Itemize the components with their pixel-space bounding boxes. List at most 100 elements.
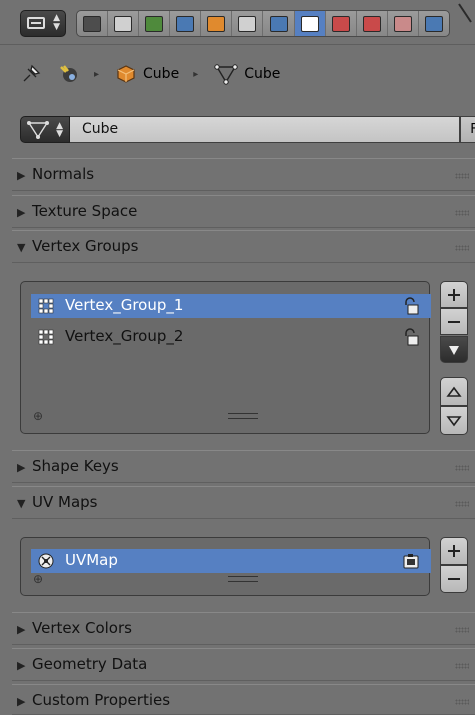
drag-grip-icon[interactable]	[455, 627, 469, 633]
collapsed-triangle-icon: ▶	[17, 659, 26, 672]
scene-icon	[60, 65, 77, 82]
drag-grip-icon[interactable]	[455, 245, 469, 251]
uv-map-name: UVMap	[65, 551, 118, 569]
collapsed-triangle-icon: ▶	[17, 169, 26, 182]
uv-map-icon	[38, 553, 54, 569]
uv-maps-list[interactable]: UVMap ⊕	[20, 537, 431, 596]
dropdown-arrows-icon: ▲ ▼	[53, 13, 60, 32]
list-resize-grip[interactable]	[228, 576, 258, 582]
triangle-down-icon	[446, 415, 462, 426]
add-vertex-group-button[interactable]	[440, 281, 468, 308]
vertex-group-name: Vertex_Group_2	[65, 327, 184, 345]
breadcrumb-scene[interactable]	[56, 63, 80, 85]
drag-grip-icon[interactable]	[455, 210, 469, 216]
panel-title: UV Maps	[32, 493, 98, 511]
pin-icon	[23, 64, 41, 82]
vertex-group-specials-button[interactable]	[440, 336, 468, 363]
panel-custom-properties[interactable]: ▶ Custom Properties	[12, 684, 475, 715]
physics-icon	[424, 15, 443, 32]
breadcrumb-mesh[interactable]: Cube	[214, 63, 280, 85]
constraints-tab[interactable]	[232, 11, 264, 36]
texture-tab[interactable]	[357, 11, 388, 36]
panel-title: Vertex Groups	[32, 237, 139, 255]
collapsed-triangle-icon: ▶	[17, 461, 26, 474]
particles-tab[interactable]	[388, 11, 419, 36]
list-resize-grip[interactable]	[228, 413, 258, 419]
context-tabs	[76, 10, 450, 37]
drag-grip-icon[interactable]	[455, 501, 469, 507]
unlock-icon[interactable]	[403, 297, 419, 315]
panel-normals[interactable]: ▶ Normals	[12, 158, 475, 191]
modifiers-tab[interactable]	[263, 11, 295, 36]
particles-icon	[393, 15, 412, 32]
chevron-right-icon: ▸	[94, 68, 100, 80]
scene-tab[interactable]	[139, 11, 171, 36]
filter-options-icon[interactable]: ⊕	[33, 409, 43, 423]
physics-tab[interactable]	[419, 11, 449, 36]
triangle-up-icon	[446, 386, 462, 397]
panel-vertex-groups[interactable]: ▼ Vertex Groups	[12, 230, 475, 263]
minus-icon	[448, 320, 460, 323]
drag-grip-icon[interactable]	[455, 699, 469, 705]
list-item[interactable]: Vertex_Group_2	[31, 325, 431, 349]
render-layers-icon	[114, 15, 133, 32]
wrench-icon	[269, 15, 288, 32]
unlock-icon[interactable]	[403, 328, 419, 346]
breadcrumb-object[interactable]: Cube	[115, 63, 179, 85]
editor-type-button[interactable]: ▲ ▼	[20, 10, 66, 37]
render-layers-tab[interactable]	[108, 11, 140, 36]
texture-checker-icon	[362, 15, 381, 32]
drag-grip-icon[interactable]	[455, 663, 469, 669]
collapsed-triangle-icon: ▶	[17, 695, 26, 708]
panel-title: Shape Keys	[32, 457, 119, 475]
remove-uv-map-button[interactable]	[440, 565, 468, 593]
header-scroll-corner	[458, 3, 472, 23]
mesh-browse-button[interactable]: ▲ ▼	[20, 116, 70, 143]
collapsed-triangle-icon: ▶	[17, 206, 26, 219]
pin-button[interactable]	[20, 63, 42, 85]
drag-grip-icon[interactable]	[455, 465, 469, 471]
chevron-right-icon: ▸	[193, 68, 199, 80]
panel-geometry-data[interactable]: ▶ Geometry Data	[12, 648, 475, 681]
panel-title: Normals	[32, 165, 95, 183]
object-tab[interactable]	[201, 11, 233, 36]
material-sphere-icon	[331, 15, 350, 32]
list-item[interactable]: UVMap	[31, 549, 431, 573]
move-up-button[interactable]	[440, 377, 468, 406]
breadcrumb: ▸ Cube ▸ Cube	[20, 62, 294, 86]
vertex-groups-list[interactable]: Vertex_Group_1 Vertex_Group_2 ⊕	[20, 281, 431, 434]
expanded-triangle-icon: ▼	[17, 241, 26, 254]
mesh-name-field[interactable]: Cube	[70, 116, 460, 143]
fake-user-button[interactable]: F	[460, 116, 475, 143]
panel-uv-maps[interactable]: ▼ UV Maps	[12, 486, 475, 519]
panel-texture-space[interactable]: ▶ Texture Space	[12, 195, 475, 228]
constraint-link-icon	[238, 15, 257, 32]
mesh-data-icon	[214, 64, 238, 85]
world-tab[interactable]	[170, 11, 202, 36]
move-down-button[interactable]	[440, 406, 468, 435]
panel-vertex-colors[interactable]: ▶ Vertex Colors	[12, 612, 475, 645]
camera-icon	[83, 15, 102, 32]
render-tab[interactable]	[77, 11, 109, 36]
object-cube-icon	[207, 15, 226, 32]
plus-icon	[448, 545, 460, 557]
data-tab[interactable]	[294, 11, 326, 36]
vertex-group-icon	[38, 329, 54, 345]
list-item[interactable]: Vertex_Group_1	[31, 294, 431, 318]
drag-grip-icon[interactable]	[455, 173, 469, 179]
filter-options-icon[interactable]: ⊕	[33, 572, 43, 586]
dropdown-arrows-icon: ▲ ▼	[56, 121, 63, 139]
material-tab[interactable]	[326, 11, 357, 36]
properties-header: ▲ ▼	[0, 0, 475, 45]
remove-vertex-group-button[interactable]	[440, 308, 468, 335]
vertex-group-name: Vertex_Group_1	[65, 296, 184, 314]
breadcrumb-mesh-label: Cube	[244, 66, 281, 82]
plus-icon	[448, 288, 460, 301]
render-camera-icon[interactable]	[403, 552, 419, 570]
panel-shape-keys[interactable]: ▶ Shape Keys	[12, 450, 475, 483]
breadcrumb-object-label: Cube	[143, 66, 180, 82]
object-cube-icon	[117, 65, 135, 83]
add-uv-map-button[interactable]	[440, 537, 468, 565]
panel-title: Custom Properties	[32, 691, 171, 709]
collapsed-triangle-icon: ▶	[17, 623, 26, 636]
